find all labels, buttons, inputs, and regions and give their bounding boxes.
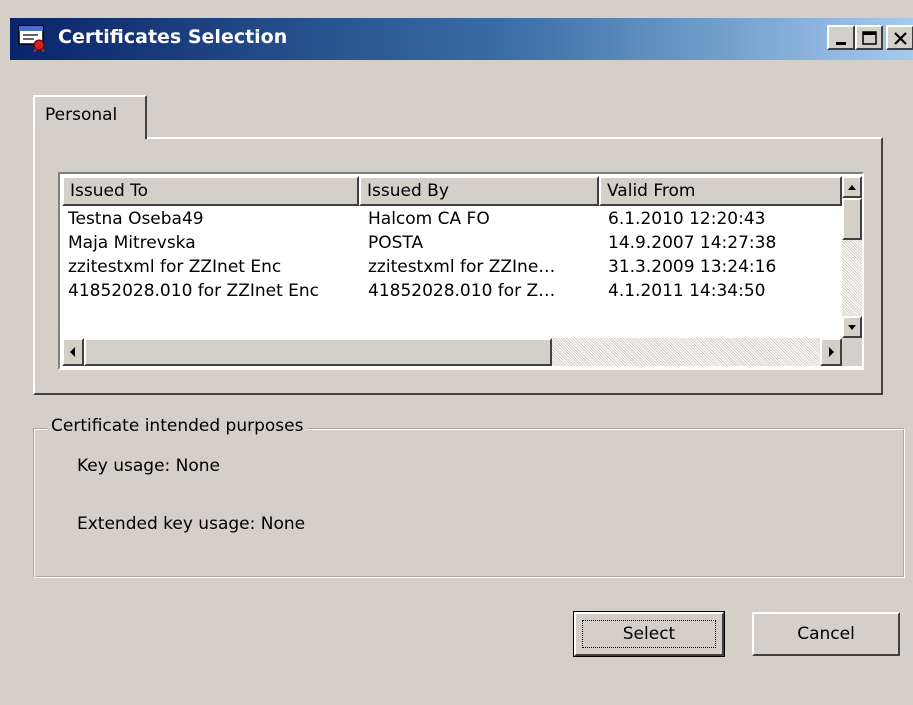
window-title: Certificates Selection — [58, 26, 288, 48]
intended-purposes-legend: Certificate intended purposes — [47, 416, 308, 436]
maximize-icon — [862, 31, 877, 45]
close-button[interactable] — [886, 25, 913, 50]
certificate-app-icon — [18, 25, 45, 52]
cell-valid-from: 31.3.2009 13:24:16 — [608, 257, 777, 277]
cell-issued-by: 41852028.010 for Z… — [368, 281, 556, 301]
horizontal-scroll-thumb[interactable] — [84, 338, 552, 366]
cell-valid-from: 14.9.2007 14:27:38 — [608, 233, 777, 253]
tab-personal[interactable]: Personal — [33, 95, 147, 139]
table-row[interactable]: zzitestxml for ZZInet Enc zzitestxml for… — [62, 256, 842, 281]
cell-issued-to: Testna Oseba49 — [68, 209, 204, 229]
minimize-icon — [836, 42, 846, 45]
title-bar[interactable]: Certificates Selection — [10, 18, 913, 60]
extended-key-usage-text: Extended key usage: None — [77, 514, 306, 534]
scrollbar-corner — [842, 338, 862, 366]
select-button[interactable]: Select — [573, 611, 725, 657]
table-row[interactable]: Maja Mitrevska POSTA 14.9.2007 14:27:38 — [62, 232, 842, 257]
cell-issued-to: Maja Mitrevska — [68, 233, 196, 253]
list-header: Issued To Issued By Valid From — [62, 176, 842, 206]
scroll-up-button[interactable] — [842, 176, 862, 198]
certificates-selection-window: Certificates Selection Personal Issued T… — [0, 0, 913, 705]
scroll-right-arrow-icon — [829, 347, 834, 357]
cancel-button[interactable]: Cancel — [752, 612, 900, 656]
cell-issued-by: Halcom CA FO — [368, 209, 490, 229]
focus-rectangle — [582, 620, 716, 648]
tab-personal-label: Personal — [45, 105, 118, 125]
intended-purposes-group — [33, 428, 905, 578]
scroll-left-button[interactable] — [62, 338, 84, 366]
scroll-up-arrow-icon — [848, 185, 856, 190]
cell-issued-by: POSTA — [368, 233, 424, 253]
scroll-down-button[interactable] — [842, 316, 862, 338]
column-header-valid-from[interactable]: Valid From — [599, 176, 842, 206]
cell-issued-by: zzitestxml for ZZIne… — [368, 257, 556, 277]
table-row[interactable]: 41852028.010 for ZZInet Enc 41852028.010… — [62, 280, 842, 305]
column-header-issued-by[interactable]: Issued By — [359, 176, 599, 206]
vertical-scrollbar[interactable] — [842, 176, 862, 338]
table-row[interactable]: Testna Oseba49 Halcom CA FO 6.1.2010 12:… — [62, 208, 842, 233]
cancel-button-label: Cancel — [797, 624, 855, 644]
column-header-issued-to[interactable]: Issued To — [62, 176, 359, 206]
cell-valid-from: 4.1.2011 14:34:50 — [608, 281, 766, 301]
horizontal-scrollbar[interactable] — [62, 338, 842, 366]
certificates-list[interactable]: Issued To Issued By Valid From Testna Os… — [58, 172, 864, 370]
maximize-button[interactable] — [855, 25, 883, 50]
scroll-right-button[interactable] — [820, 338, 842, 366]
scroll-left-arrow-icon — [70, 347, 75, 357]
vertical-scroll-thumb[interactable] — [842, 198, 862, 240]
cell-issued-to: zzitestxml for ZZInet Enc — [68, 257, 282, 277]
close-icon — [894, 32, 907, 45]
scroll-down-arrow-icon — [848, 325, 856, 330]
certificates-list-content: Issued To Issued By Valid From Testna Os… — [62, 176, 842, 336]
minimize-button[interactable] — [827, 25, 855, 50]
key-usage-text: Key usage: None — [77, 456, 221, 476]
cell-issued-to: 41852028.010 for ZZInet Enc — [68, 281, 320, 301]
cell-valid-from: 6.1.2010 12:20:43 — [608, 209, 766, 229]
